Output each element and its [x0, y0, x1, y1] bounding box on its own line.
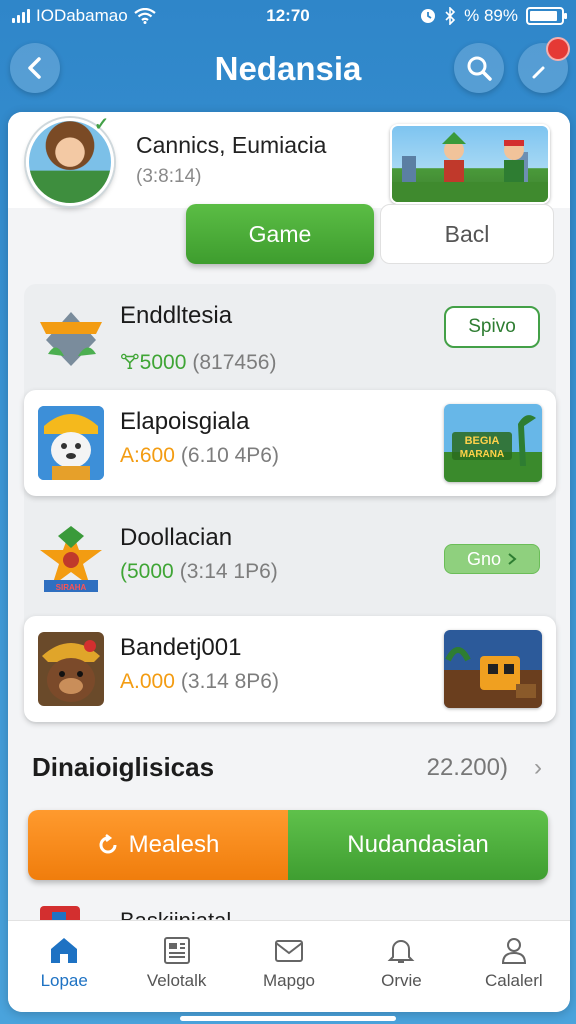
- status-time: 12:70: [266, 6, 310, 25]
- section-value: 22.200): [426, 754, 508, 781]
- tab-game[interactable]: Game: [186, 204, 374, 264]
- status-bar: IODabamao 12:70 % 89%: [0, 0, 576, 32]
- verified-icon: ✓: [94, 114, 110, 134]
- gno-label: Gno: [466, 548, 502, 569]
- item-value: A:600 (6.10 4P6): [120, 444, 279, 467]
- game-list: Enddltesia 🝖5000 (817456) Spivo Elapoisgi…: [24, 284, 556, 724]
- list-item[interactable]: Enddltesia 🝖5000 (817456) Spivo: [24, 284, 556, 390]
- coin-icon: 🝖: [120, 351, 140, 374]
- home-indicator[interactable]: [180, 1016, 396, 1021]
- section-title: Dinaioiglisicas: [32, 752, 215, 782]
- nav-label: Velotalk: [146, 971, 207, 990]
- spivo-button[interactable]: Spivo: [444, 306, 540, 348]
- game-icon: [38, 406, 104, 480]
- item-value: (5000 (3:14 1P6): [120, 560, 278, 583]
- notification-dot: [546, 37, 570, 61]
- nav-label: Calalerl: [485, 971, 543, 990]
- section-row[interactable]: Dinaioiglisicas 22.200) ›: [32, 752, 550, 792]
- gno-button[interactable]: Gno: [444, 544, 540, 574]
- nav-home[interactable]: Lopae: [8, 921, 120, 1012]
- mail-icon: [275, 940, 304, 962]
- list-item[interactable]: Elapoisgiala A:600 (6.10 4P6) BEGIA MARAN…: [24, 390, 556, 496]
- chevron-right-icon: ›: [534, 754, 542, 781]
- home-icon: [51, 938, 78, 963]
- refresh-icon: [99, 834, 117, 854]
- bottom-nav: Lopae Velotalk Mapgo Orvie Calalerl: [8, 920, 570, 1012]
- user-icon: [501, 938, 526, 964]
- battery-icon: [526, 7, 567, 25]
- profile-banner-image[interactable]: [390, 124, 550, 204]
- list-item[interactable]: Bandetj001 A.000 (3.14 8P6): [24, 616, 556, 722]
- split-action-button: Mealesh Nudandasian: [28, 810, 548, 880]
- game-icon: SIRAHA: [38, 522, 104, 596]
- nav-mapgo[interactable]: Mapgo: [233, 921, 345, 1012]
- nav-orvie[interactable]: Orvie: [345, 921, 457, 1012]
- profile-name: Cannics, Eumiacia: [136, 132, 327, 158]
- nav-label: Lopae: [40, 971, 88, 990]
- item-value: 🝖5000 (817456): [120, 351, 277, 374]
- search-icon: [467, 56, 492, 81]
- mealesh-button[interactable]: Mealesh: [28, 810, 288, 880]
- chevron-right-icon: [508, 553, 517, 565]
- list-item[interactable]: SIRAHA Doollacian (5000 (3:14 1P6) Gno: [24, 506, 556, 612]
- nudandasian-button[interactable]: Nudandasian: [288, 810, 548, 880]
- item-title: Bandetj001: [120, 634, 242, 661]
- nav-velotalk[interactable]: Velotalk: [120, 921, 232, 1012]
- mealesh-label: Mealesh: [128, 831, 220, 858]
- item-title: Elapoisgiala: [120, 408, 250, 435]
- item-title: Enddltesia: [120, 302, 233, 329]
- svg-text:SIRAHA: SIRAHA: [56, 583, 87, 592]
- game-icon: [38, 632, 104, 706]
- profile-header: ✓ Cannics, Eumiacia (3:8:14): [8, 112, 570, 208]
- bell-icon: [388, 940, 415, 963]
- main-card: ✓ Cannics, Eumiacia (3:8:14) Game Bacl E…: [8, 112, 570, 1012]
- nav-calalerl[interactable]: Calalerl: [458, 921, 570, 1012]
- search-button[interactable]: [454, 43, 504, 93]
- game-thumbnail[interactable]: [444, 630, 542, 708]
- item-value: A.000 (3.14 8P6): [120, 670, 279, 693]
- newspaper-icon: [163, 937, 190, 964]
- game-scene-illustration: [392, 132, 548, 202]
- nav-label: Mapgo: [263, 971, 315, 990]
- nav-label: Orvie: [381, 971, 422, 990]
- pin-button[interactable]: [518, 37, 570, 93]
- item-title: Doollacian: [120, 524, 233, 551]
- game-icon: [38, 300, 104, 374]
- svg-text:BEGIA: BEGIA: [465, 435, 500, 447]
- profile-subtitle: (3:8:14): [136, 166, 202, 187]
- app-header: Nedansia: [0, 36, 576, 100]
- game-thumbnail[interactable]: BEGIA MARANA: [444, 404, 542, 482]
- tab-bacl[interactable]: Bacl: [380, 204, 554, 264]
- svg-text:MARANA: MARANA: [460, 449, 504, 460]
